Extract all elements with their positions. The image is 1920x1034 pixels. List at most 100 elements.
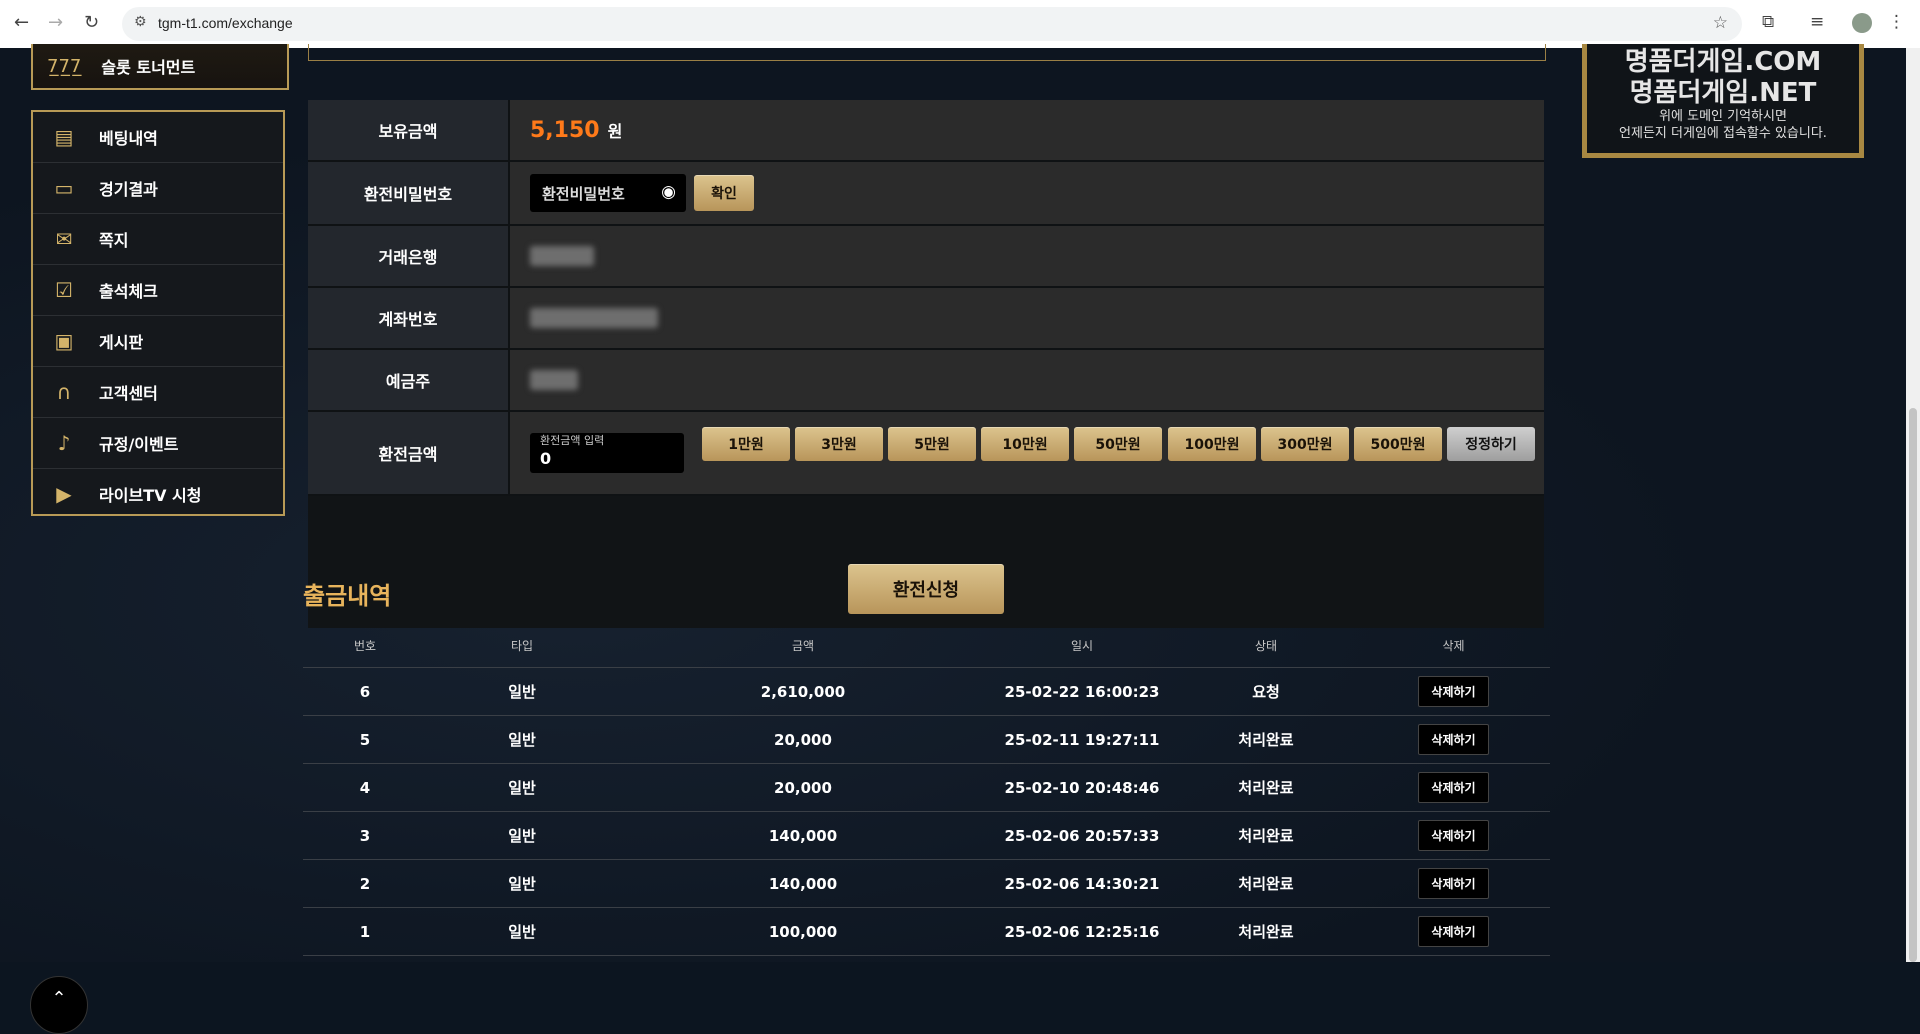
eye-off-icon[interactable]: ◉ [661, 182, 676, 202]
delete-button[interactable]: 삭제하기 [1418, 724, 1489, 755]
bank-name-redacted [530, 246, 594, 266]
media-icon[interactable]: ≡ [1810, 12, 1824, 32]
table-header: 번호 타입 금액 일시 상태 삭제 [303, 623, 1550, 668]
table-row: 1 일반 100,000 25-02-06 12:25:16 처리완료 삭제하기 [303, 908, 1550, 956]
cell-type: 일반 [508, 779, 536, 797]
sidebar-item-label: 게시판 [99, 333, 144, 352]
password-placeholder: 환전비밀번호 [542, 184, 625, 203]
sidebar-item-match-results[interactable]: ▭ 경기결과 [33, 163, 283, 214]
sidebar-item-label: 경기결과 [99, 180, 158, 199]
account-row: 계좌번호 [308, 288, 1544, 350]
cell-status: 처리완료 [1238, 923, 1294, 941]
top-panel-border [308, 44, 1546, 61]
cell-no: 2 [359, 874, 371, 893]
banner-domain-net: 명품더게임.NET [1629, 78, 1817, 108]
menu-kebab-icon[interactable]: ⋮ [1888, 12, 1905, 32]
cell-amount: 20,000 [774, 730, 832, 749]
password-row: 환전비밀번호 환전비밀번호 ◉ 확인 [308, 162, 1544, 226]
amount-label: 환전금액 [308, 412, 510, 494]
receipt-icon: ▤ [54, 125, 74, 149]
sidebar-item-board[interactable]: ▣ 게시판 [33, 316, 283, 367]
column-header: 타입 [510, 638, 534, 653]
cell-no: 6 [359, 682, 371, 701]
cell-date: 25-02-06 14:30:21 [1004, 874, 1160, 893]
sidebar-item-slot-tournament[interactable]: 7̲7̲7̲ 슬롯 토너먼트 [31, 44, 289, 90]
site-info-icon[interactable]: ⚙ [134, 14, 147, 30]
column-header: 상태 [1254, 638, 1278, 653]
sidebar-item-messages[interactable]: ✉ 쪽지 [33, 214, 283, 265]
amount-button-3m[interactable]: 300만원 [1261, 427, 1349, 461]
cell-status: 처리완료 [1238, 779, 1294, 797]
profile-avatar[interactable] [1852, 13, 1872, 33]
address-bar[interactable]: ⚙ tgm-t1.com/exchange ☆ [122, 7, 1742, 41]
extensions-icon[interactable]: ⧉ [1762, 12, 1774, 32]
amount-button-5m[interactable]: 500만원 [1354, 427, 1442, 461]
delete-button[interactable]: 삭제하기 [1418, 868, 1489, 899]
cell-no: 1 [359, 922, 371, 941]
cell-no: 3 [359, 826, 371, 845]
scoreboard-icon: ▭ [54, 176, 74, 200]
balance-unit: 원 [607, 122, 623, 141]
submit-exchange-button[interactable]: 환전신청 [848, 564, 1004, 614]
account-number-redacted [530, 308, 658, 328]
sidebar-item-label: 규정/이벤트 [99, 435, 179, 454]
forward-icon[interactable]: → [48, 12, 63, 33]
delete-button[interactable]: 삭제하기 [1418, 676, 1489, 707]
sidebar-item-label: 라이브TV 시청 [99, 486, 202, 505]
sidebar-item-attendance[interactable]: ☑ 출석체크 [33, 265, 283, 316]
amount-input[interactable]: 환전금액 입력 0 [530, 433, 684, 473]
amount-button-100k[interactable]: 10만원 [981, 427, 1069, 461]
scrollbar-thumb[interactable] [1909, 408, 1917, 962]
table-row: 4 일반 20,000 25-02-10 20:48:46 처리완료 삭제하기 [303, 764, 1550, 812]
amount-button-1m[interactable]: 100만원 [1168, 427, 1256, 461]
sidebar-item-live-tv[interactable]: ▶ 라이브TV 시청 [33, 469, 283, 519]
domain-banner[interactable]: 명품더게임.COM 명품더게임.NET 위에 도메인 기억하시면 언제든지 더게… [1582, 44, 1864, 158]
delete-button[interactable]: 삭제하기 [1418, 820, 1489, 851]
holder-row: 예금주 [308, 350, 1544, 412]
reload-icon[interactable]: ↻ [84, 12, 99, 33]
scroll-to-top-button[interactable]: ⌃ [30, 976, 88, 1034]
delete-button[interactable]: 삭제하기 [1418, 916, 1489, 947]
banner-line1: 위에 도메인 기억하시면 [1659, 109, 1787, 124]
page-content: 7̲7̲7̲ 슬롯 토너먼트 ▤ 베팅내역 ▭ 경기결과 ✉ 쪽지 ☑ 출석체크… [0, 44, 1920, 1034]
amount-button-30k[interactable]: 3만원 [795, 427, 883, 461]
mail-icon: ✉ [55, 227, 73, 251]
bank-row: 거래은행 [308, 226, 1544, 288]
cell-amount: 2,610,000 [760, 682, 846, 701]
chevron-up-icon: ⌃ [51, 988, 67, 1009]
back-icon[interactable]: ← [14, 12, 29, 33]
holder-name-redacted [530, 370, 578, 390]
cell-date: 25-02-22 16:00:23 [1004, 682, 1160, 701]
browser-toolbar: ← → ↻ ⚙ tgm-t1.com/exchange ☆ ⧉ ≡ ⋮ [0, 0, 1920, 49]
sidebar-item-rules-events[interactable]: ♪ 규정/이벤트 [33, 418, 283, 469]
reset-button[interactable]: 정정하기 [1447, 427, 1535, 461]
cell-status: 처리완료 [1238, 875, 1294, 893]
history-title: 출금내역 [303, 582, 392, 610]
clipboard-icon: ▣ [54, 329, 74, 353]
cell-amount: 20,000 [774, 778, 832, 797]
balance-amount: 5,150 [530, 117, 600, 143]
amount-button-10k[interactable]: 1만원 [702, 427, 790, 461]
column-header: 일시 [1070, 638, 1094, 653]
bookmark-star-icon[interactable]: ☆ [1713, 13, 1728, 33]
slot-icon: 7̲7̲7̲ [47, 55, 82, 77]
amount-button-500k[interactable]: 50만원 [1074, 427, 1162, 461]
amount-button-50k[interactable]: 5만원 [888, 427, 976, 461]
banner-domain-com: 명품더게임.COM [1624, 47, 1822, 77]
delete-button[interactable]: 삭제하기 [1418, 772, 1489, 803]
sidebar-item-betting-history[interactable]: ▤ 베팅내역 [33, 112, 283, 163]
password-label: 환전비밀번호 [308, 162, 510, 224]
account-label: 계좌번호 [308, 288, 510, 348]
amount-placeholder: 환전금액 입력 [540, 434, 605, 447]
confirm-button[interactable]: 확인 [694, 175, 754, 211]
page-scrollbar[interactable] [1906, 48, 1920, 962]
url-text[interactable]: tgm-t1.com/exchange [158, 15, 293, 31]
cell-type: 일반 [508, 731, 536, 749]
table-row: 6 일반 2,610,000 25-02-22 16:00:23 요청 삭제하기 [303, 668, 1550, 716]
table-row: 3 일반 140,000 25-02-06 20:57:33 처리완료 삭제하기 [303, 812, 1550, 860]
sidebar-item-support[interactable]: ∩ 고객센터 [33, 367, 283, 418]
balance-row: 보유금액 5,150 원 [308, 100, 1544, 162]
exchange-password-input[interactable]: 환전비밀번호 ◉ [530, 174, 686, 212]
cell-no: 5 [359, 730, 371, 749]
cell-no: 4 [359, 778, 371, 797]
